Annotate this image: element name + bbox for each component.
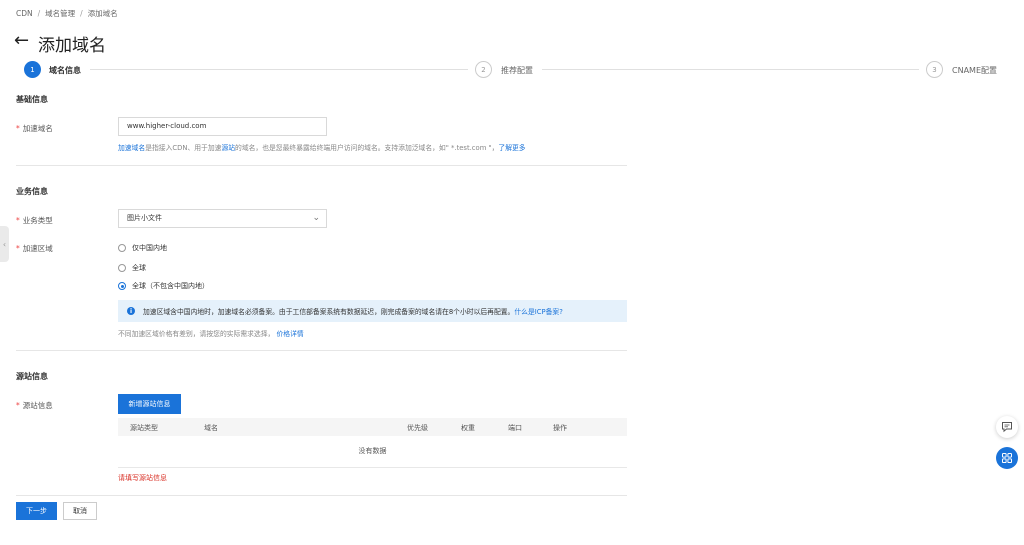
back-arrow-icon[interactable]: ← <box>14 30 29 51</box>
step-2-circle: 2 <box>475 61 492 78</box>
section-basic-info: 基础信息 <box>16 95 48 104</box>
radio-global[interactable] <box>118 264 126 272</box>
divider <box>16 350 627 351</box>
origin-table-header: 源站类型 域名 优先级 权重 端口 操作 <box>118 418 627 436</box>
divider <box>16 165 627 166</box>
domain-hint: 加速域名是指接入CDN、用于加速源站的域名，也是您最终暴露给终端用户访问的域名。… <box>118 144 526 152</box>
sidebar-collapse-handle[interactable]: ‹ <box>0 226 9 262</box>
chat-button[interactable] <box>996 416 1018 438</box>
table-bottom-border <box>118 467 627 468</box>
step-3-circle: 3 <box>926 61 943 78</box>
origin-error-text: 请填写源站信息 <box>118 474 167 482</box>
region-option-global-excl-mainland[interactable]: 全球（不包含中国内地） <box>118 281 209 291</box>
radio-global-excl-mainland[interactable] <box>118 282 126 290</box>
radio-mainland[interactable] <box>118 244 126 252</box>
section-origin-info: 源站信息 <box>16 372 48 381</box>
breadcrumb-domain-manage[interactable]: 域名管理 <box>45 9 75 18</box>
table-empty-text: 没有数据 <box>358 447 387 455</box>
breadcrumb-current: 添加域名 <box>87 9 118 18</box>
chat-icon <box>1002 422 1012 433</box>
origin-label: * 源站信息 <box>16 401 53 410</box>
col-weight: 权重 <box>461 424 475 432</box>
price-details-link[interactable]: 价格详情 <box>277 330 304 338</box>
region-label: * 加速区域 <box>16 244 53 253</box>
learn-more-link[interactable]: 了解更多 <box>498 144 525 152</box>
business-type-select[interactable]: 图片小文件 ⌄ <box>118 209 327 228</box>
step-line <box>90 69 468 70</box>
icp-info-banner: i 加速区域含中国内地时，加速域名必须备案。由于工信部备案系统有数据延迟，刚完成… <box>118 300 627 322</box>
domain-label: * 加速域名 <box>16 124 53 133</box>
icp-link[interactable]: 什么是ICP备案? <box>514 306 562 316</box>
chevron-left-icon: ‹ <box>2 239 7 249</box>
chevron-down-icon: ⌄ <box>312 213 320 223</box>
step-1-circle: 1 <box>24 61 41 78</box>
col-port: 端口 <box>508 424 522 432</box>
region-option-global[interactable]: 全球 <box>118 263 146 273</box>
step-2-label: 推荐配置 <box>501 66 533 75</box>
add-origin-button[interactable]: 新增源站信息 <box>118 394 181 414</box>
domain-input[interactable]: www.higher-cloud.com <box>118 117 327 136</box>
domain-hint-link[interactable]: 加速域名 <box>118 144 145 152</box>
next-button[interactable]: 下一步 <box>16 502 57 520</box>
region-option-mainland[interactable]: 仅中国内地 <box>118 243 167 253</box>
col-actions: 操作 <box>553 424 567 432</box>
divider <box>16 495 627 496</box>
col-domain: 域名 <box>204 424 218 432</box>
breadcrumb-cdn[interactable]: CDN <box>16 9 33 18</box>
page-title: 添加域名 <box>38 36 106 56</box>
breadcrumb: CDN / 域名管理 / 添加域名 <box>16 9 118 18</box>
step-line <box>542 69 919 70</box>
section-business-info: 业务信息 <box>16 187 48 196</box>
business-type-label: * 业务类型 <box>16 216 53 225</box>
step-1-label: 域名信息 <box>49 66 81 75</box>
grid-icon <box>1002 453 1012 463</box>
apps-button[interactable] <box>996 447 1018 469</box>
business-type-value: 图片小文件 <box>127 214 162 222</box>
col-origin-type: 源站类型 <box>130 424 158 432</box>
origin-hint-link[interactable]: 源站 <box>221 144 235 152</box>
col-priority: 优先级 <box>407 424 428 432</box>
step-3-label: CNAME配置 <box>952 66 997 75</box>
cancel-button[interactable]: 取消 <box>63 502 97 520</box>
price-hint: 不同加速区域价格有差别，请按您的实际需求选择， 价格详情 <box>118 330 304 338</box>
info-icon: i <box>127 307 135 315</box>
